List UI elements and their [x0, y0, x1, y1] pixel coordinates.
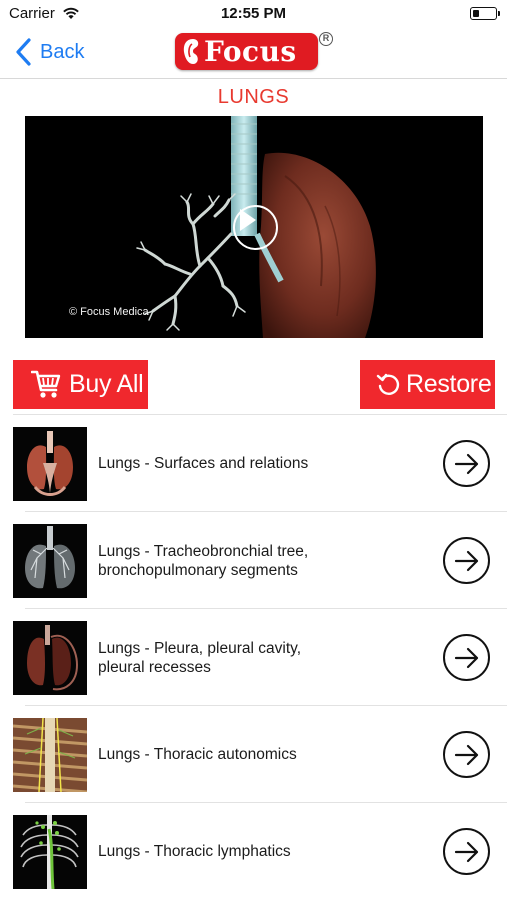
back-button[interactable]: Back [14, 37, 84, 67]
video-credit: © Focus Medica [69, 306, 149, 318]
topic-title: Lungs - Thoracic autonomics [98, 706, 418, 803]
battery-icon [470, 7, 497, 20]
play-icon [240, 209, 256, 231]
list-item[interactable]: Lungs - Surfaces and relations [0, 415, 507, 512]
registered-mark: R [319, 32, 333, 46]
shopping-cart-icon [31, 370, 61, 398]
buy-all-button[interactable]: Buy All [13, 360, 148, 409]
topic-thumbnail [13, 718, 87, 792]
play-button[interactable] [233, 205, 278, 250]
open-topic-button[interactable] [443, 537, 490, 584]
battery-tip [498, 11, 500, 16]
list-item[interactable]: Lungs - Tracheobronchial tree, bronchopu… [0, 512, 507, 609]
topic-thumbnail [13, 815, 87, 889]
topic-thumbnail [13, 621, 87, 695]
topic-title-line2: bronchopulmonary segments [98, 561, 298, 579]
open-topic-button[interactable] [443, 634, 490, 681]
arrow-right-icon [454, 453, 479, 475]
arrow-right-icon [454, 841, 479, 863]
buy-all-label: Buy All [69, 370, 144, 398]
list-item[interactable]: Lungs - Thoracic autonomics [0, 706, 507, 803]
logo-text: Focus [204, 35, 297, 68]
arrow-right-icon [454, 744, 479, 766]
focus-logo: Focus [175, 33, 318, 70]
chevron-left-icon [16, 38, 31, 66]
navigation-bar: Back Focus R [0, 28, 507, 79]
arrow-right-icon [454, 550, 479, 572]
open-topic-button[interactable] [443, 731, 490, 778]
page-title: LUNGS [217, 86, 290, 108]
topic-thumbnail [13, 427, 87, 501]
open-topic-button[interactable] [443, 828, 490, 875]
restore-icon [376, 373, 400, 395]
topic-thumbnail [13, 524, 87, 598]
open-topic-button[interactable] [443, 440, 490, 487]
topic-title-line1: Lungs - Thoracic lymphatics [98, 843, 291, 860]
list-item[interactable]: Lungs - Thoracic lymphatics [0, 803, 507, 900]
restore-label: Restore [406, 370, 492, 398]
topic-title: Lungs - Thoracic lymphatics [98, 803, 418, 900]
topic-title-line1: Lungs - Pleura, pleural cavity, [98, 639, 302, 657]
restore-button[interactable]: Restore [360, 360, 495, 409]
topic-title-line1: Lungs - Tracheobronchial tree, [98, 542, 309, 560]
topic-title: Lungs - Surfaces and relations [98, 415, 418, 512]
topic-title-line2: pleural recesses [98, 658, 211, 676]
status-time: 12:55 PM [220, 5, 287, 22]
back-label: Back [40, 40, 85, 63]
topic-title: Lungs - Tracheobronchial tree, bronchopu… [98, 512, 418, 609]
topic-title-line1: Lungs - Thoracic autonomics [98, 746, 297, 763]
arrow-right-icon [454, 647, 479, 669]
topic-title: Lungs - Pleura, pleural cavity, pleural … [98, 609, 418, 706]
kidney-logo-icon [183, 39, 199, 64]
status-bar: Carrier 12:55 PM [0, 0, 507, 28]
list-item[interactable]: Lungs - Pleura, pleural cavity, pleural … [0, 609, 507, 706]
video-player[interactable]: © Focus Medica [25, 116, 483, 338]
topic-title-line1: Lungs - Surfaces and relations [98, 455, 309, 472]
